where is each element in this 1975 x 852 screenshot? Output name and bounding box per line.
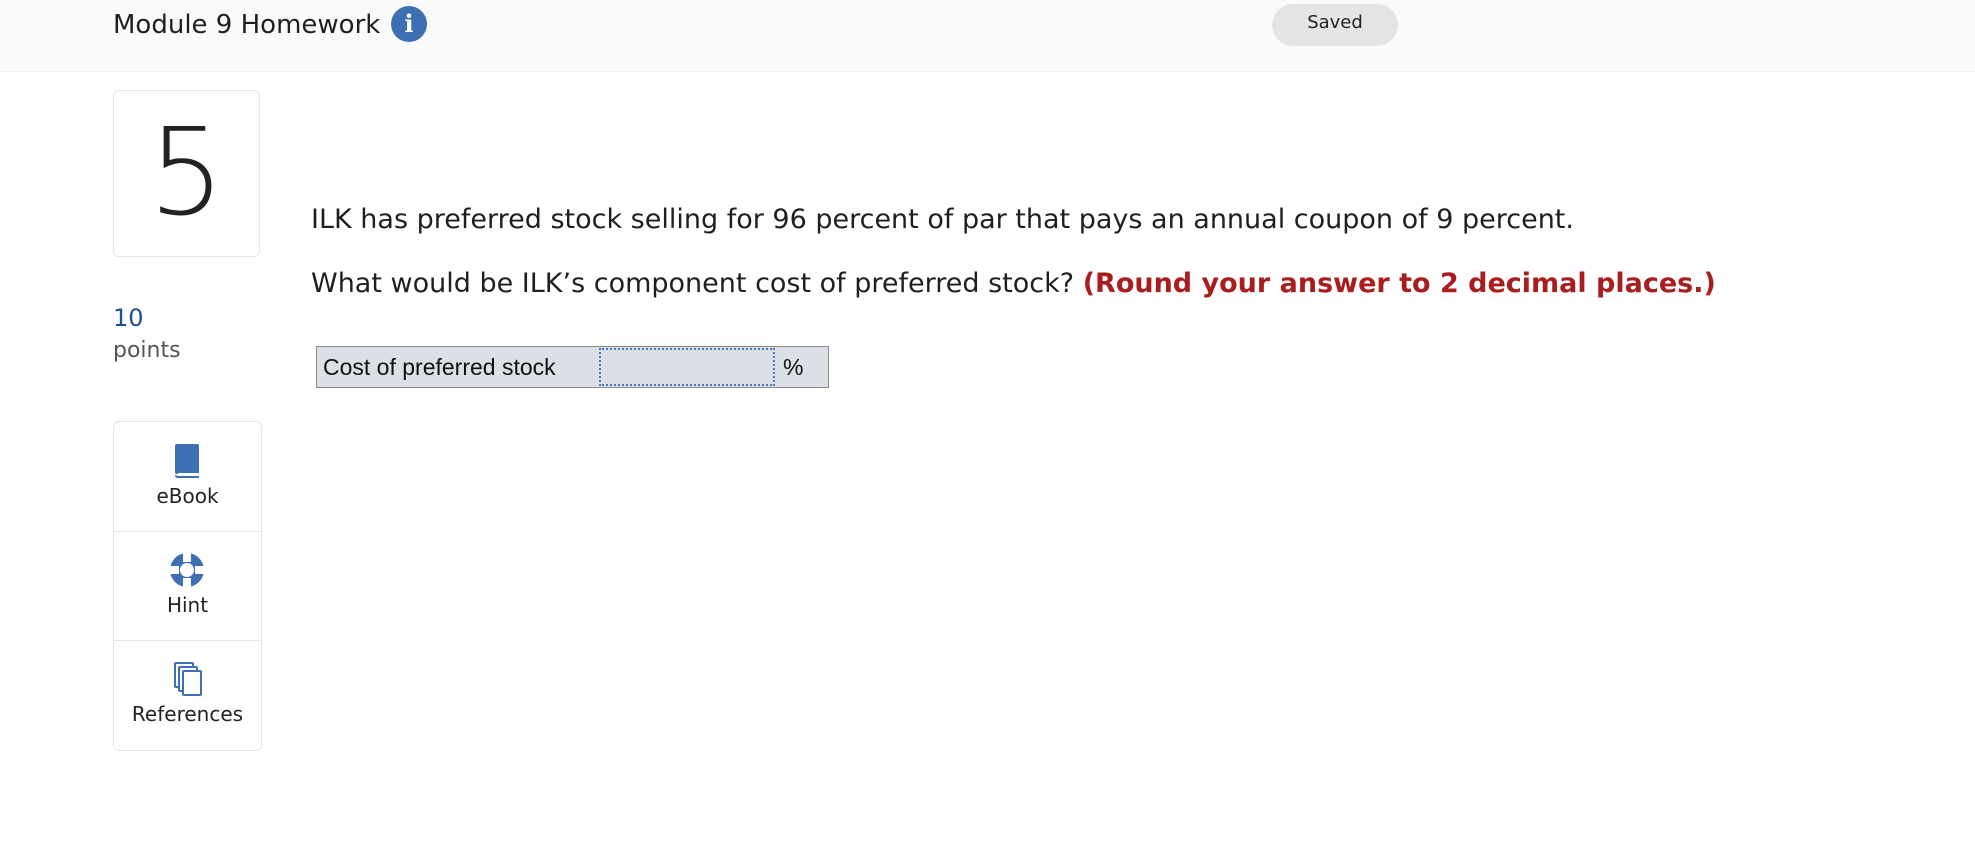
question-number-card: 5 (113, 90, 260, 257)
ebook-label: eBook (156, 484, 219, 508)
lifebuoy-icon (170, 553, 204, 587)
references-button[interactable]: References (114, 640, 261, 749)
question-number: 5 (148, 104, 225, 243)
cost-of-preferred-stock-input[interactable] (599, 348, 775, 386)
copy-documents-icon (174, 662, 202, 696)
points-value: 10 (113, 304, 144, 332)
rounding-instruction: (Round your answer to 2 decimal places.) (1082, 268, 1716, 299)
answer-row: Cost of preferred stock % (316, 346, 829, 388)
tools-panel: eBook Hint References (113, 421, 262, 751)
answer-label: Cost of preferred stock (323, 354, 556, 380)
ebook-button[interactable]: eBook (114, 422, 261, 532)
points-label: points (113, 338, 181, 363)
question-prompt: What would be ILK’s component cost of pr… (311, 268, 1716, 299)
info-icon[interactable]: i (391, 6, 427, 42)
saved-status-button[interactable]: Saved (1272, 4, 1398, 46)
question-prompt-text: What would be ILK’s component cost of pr… (311, 268, 1075, 299)
top-header: Module 9 Homework i Saved (0, 0, 1975, 72)
hint-button[interactable]: Hint (114, 531, 261, 641)
question-text: ILK has preferred stock selling for 96 p… (311, 204, 1574, 235)
book-icon (175, 444, 199, 478)
assignment-title: Module 9 Homework (113, 10, 381, 40)
hint-label: Hint (166, 593, 209, 617)
percent-unit: % (783, 354, 804, 380)
references-label: References (131, 702, 244, 726)
